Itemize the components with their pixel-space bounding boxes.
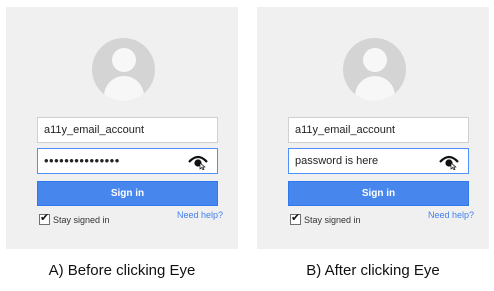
password-field[interactable]: •••••••••••••••: [37, 148, 218, 174]
login-panel-after: a11y_email_account password is here Sign…: [257, 7, 489, 249]
eye-icon[interactable]: [187, 154, 209, 170]
email-value: a11y_email_account: [44, 124, 145, 136]
avatar: [343, 38, 406, 101]
caption-after: B) After clicking Eye: [306, 262, 440, 279]
password-value: password is here: [295, 155, 379, 167]
stay-signed-in-label: Stay signed in: [53, 215, 110, 225]
stay-signed-in-checkbox[interactable]: ✔: [39, 211, 50, 225]
avatar: [92, 38, 155, 101]
password-value: •••••••••••••••: [44, 153, 120, 168]
email-field[interactable]: a11y_email_account: [37, 117, 218, 143]
login-panel-before: a11y_email_account ••••••••••••••• Sign …: [6, 7, 238, 249]
eye-icon[interactable]: [438, 154, 460, 170]
email-value: a11y_email_account: [295, 124, 396, 136]
password-field[interactable]: password is here: [288, 148, 469, 174]
stay-signed-in-label: Stay signed in: [304, 215, 361, 225]
need-help-link[interactable]: Need help?: [428, 210, 474, 220]
sign-in-button[interactable]: Sign in: [37, 181, 218, 206]
email-field[interactable]: a11y_email_account: [288, 117, 469, 143]
stay-signed-in-checkbox[interactable]: ✔: [290, 211, 301, 225]
caption-before: A) Before clicking Eye: [48, 262, 196, 279]
need-help-link[interactable]: Need help?: [177, 210, 223, 220]
sign-in-button[interactable]: Sign in: [288, 181, 469, 206]
